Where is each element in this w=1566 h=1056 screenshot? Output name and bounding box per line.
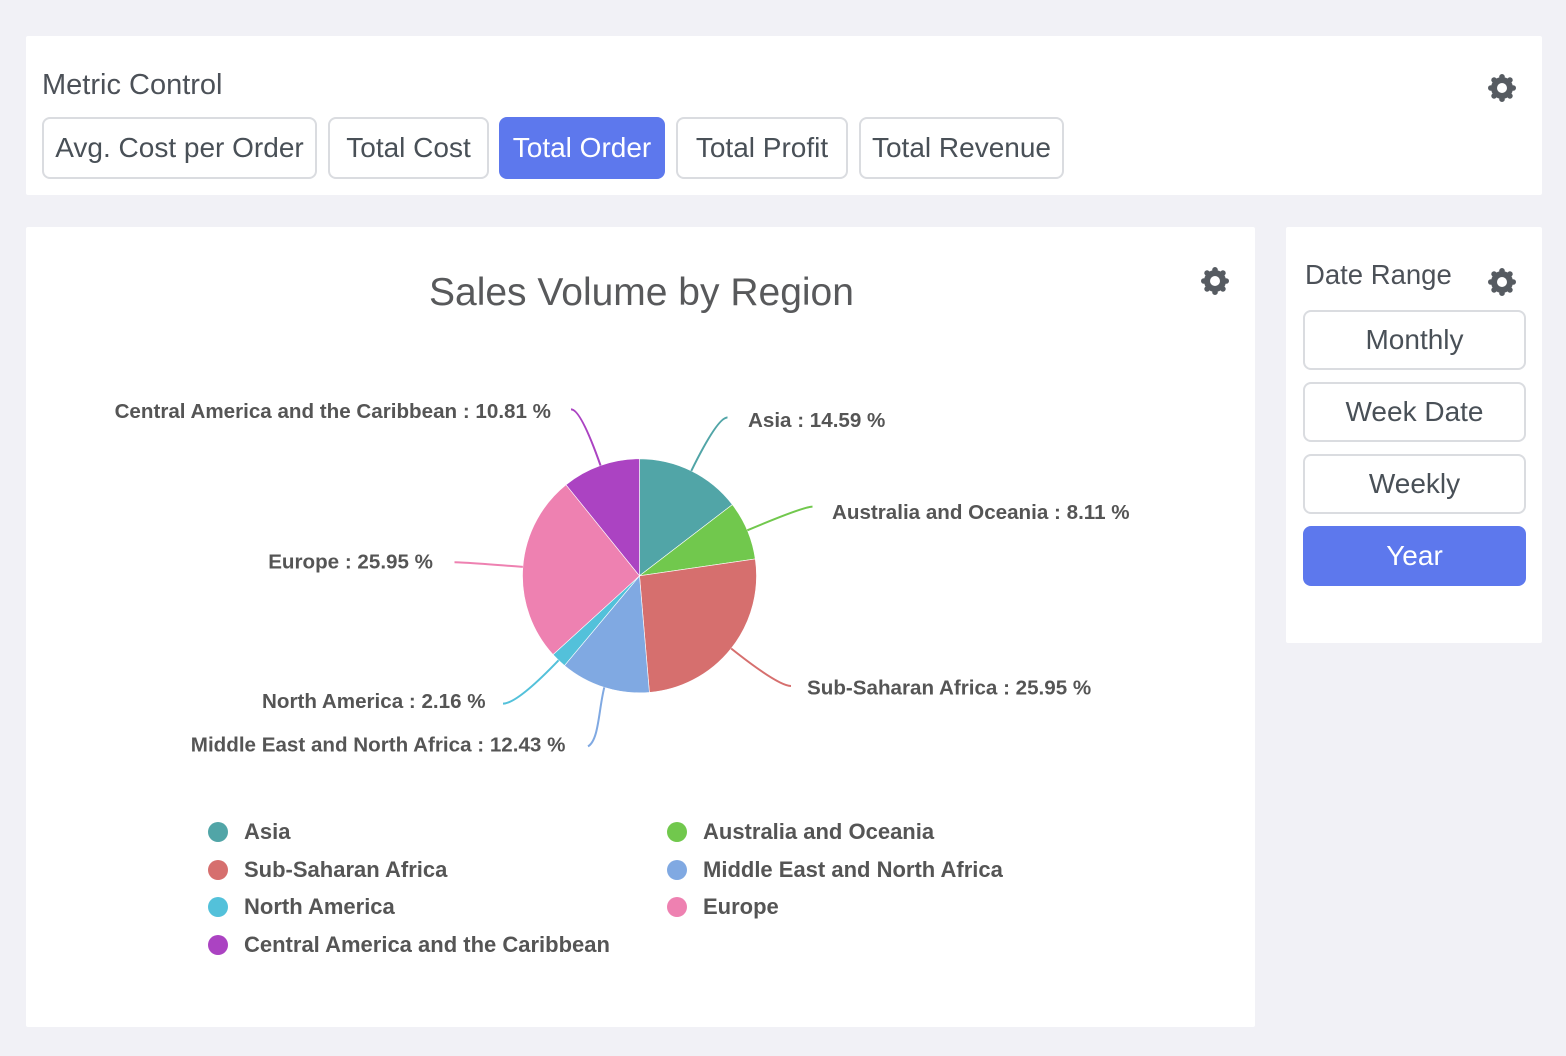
svg-text:Australia and Oceania : 8.11 %: Australia and Oceania : 8.11 % [832,501,1130,524]
svg-text:Central America and the Caribb: Central America and the Caribbean : 10.8… [115,400,551,423]
svg-text:Sub-Saharan Africa : 25.95 %: Sub-Saharan Africa : 25.95 % [807,677,1091,700]
svg-text:North America : 2.16 %: North America : 2.16 % [262,690,486,713]
svg-text:Europe : 25.95 %: Europe : 25.95 % [268,551,433,574]
svg-text:Asia : 14.59 %: Asia : 14.59 % [748,409,885,432]
svg-text:Middle East and North Africa :: Middle East and North Africa : 12.43 % [191,734,566,757]
